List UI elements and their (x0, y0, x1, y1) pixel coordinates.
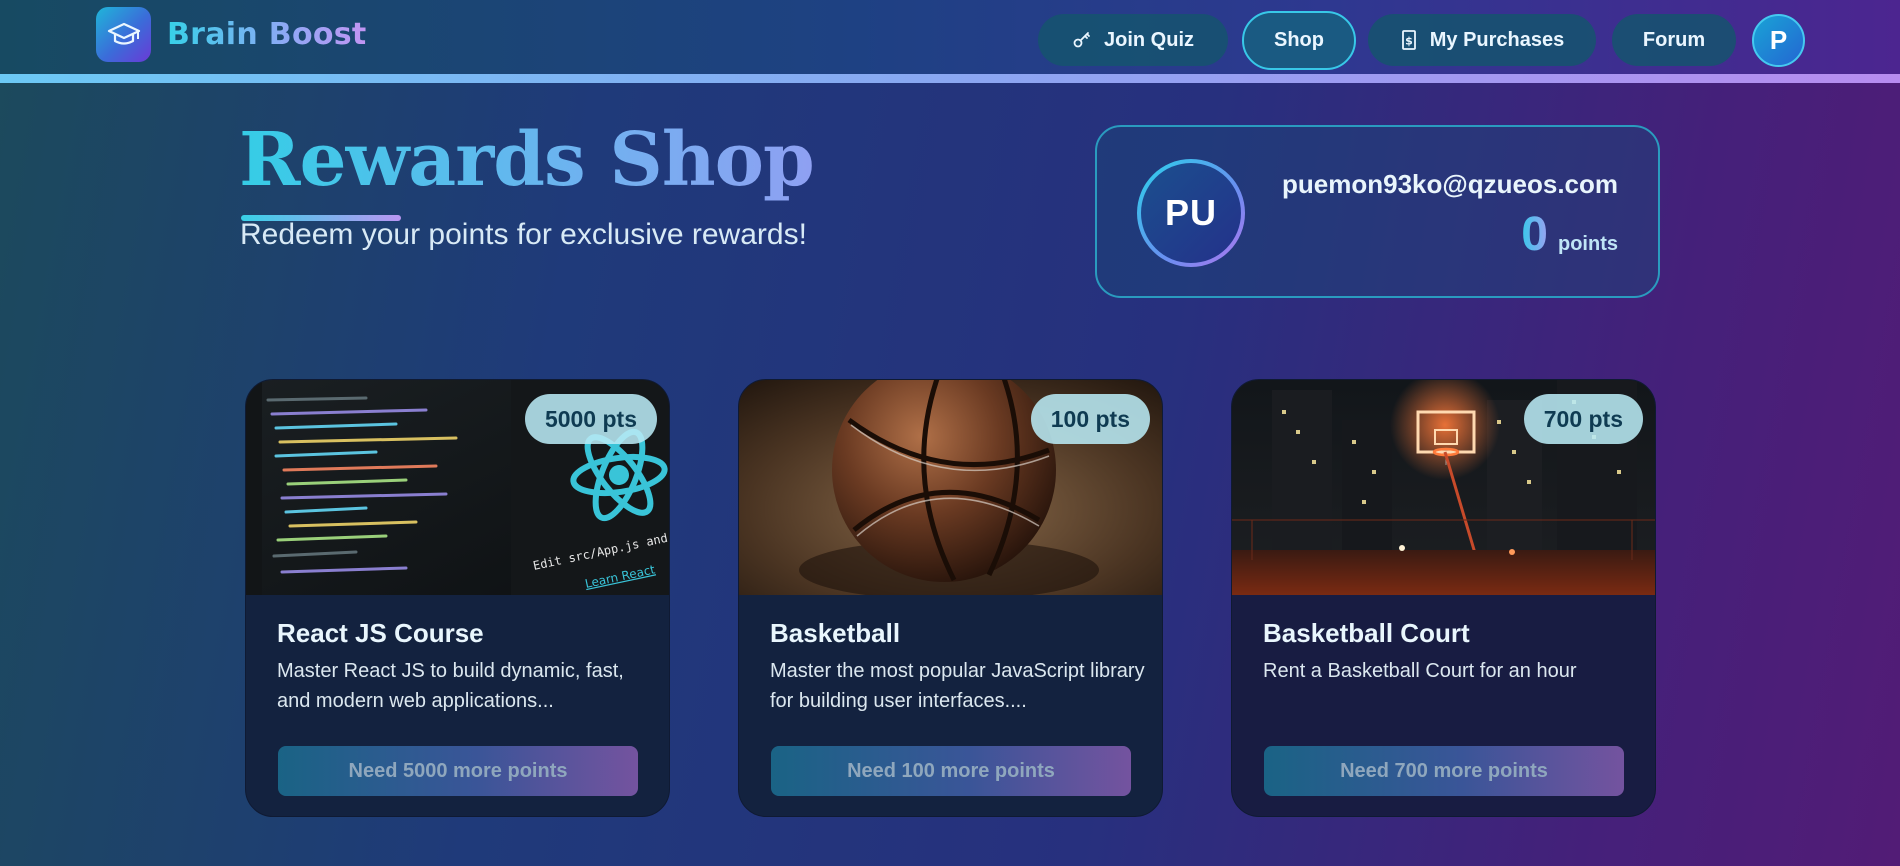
price-badge: 700 pts (1523, 394, 1643, 444)
key-icon (1072, 30, 1092, 50)
product-image-basketball: 100 pts (739, 380, 1162, 595)
brand-name: Brain Boost (167, 17, 367, 52)
user-points-card: PU puemon93ko@qzueos.com 0 points (1095, 125, 1660, 298)
avatar-initial: P (1769, 25, 1788, 55)
product-card-react-course: Edit src/App.js and save to rel Learn Re… (245, 379, 670, 817)
product-image-basketball-court: 700 pts (1232, 380, 1655, 595)
user-email: puemon93ko@qzueos.com (1282, 169, 1618, 199)
nav-join-quiz-button[interactable]: Join Quiz (1038, 14, 1228, 66)
receipt-icon: $ (1400, 29, 1418, 51)
user-avatar-button[interactable]: P (1752, 14, 1805, 67)
product-name: Basketball (770, 618, 901, 648)
user-initials: PU (1141, 163, 1241, 263)
page-title: Rewards Shop (239, 117, 815, 203)
top-navbar: Brain Boost Join Quiz Shop $ My Purchase… (0, 0, 1900, 74)
points-unit: points (1558, 233, 1618, 255)
price-badge: 100 pts (1030, 394, 1150, 444)
product-image-react-course: Edit src/App.js and save to rel Learn Re… (246, 380, 669, 595)
nav-forum-label: Forum (1642, 28, 1706, 51)
product-name: Basketball Court (1263, 618, 1470, 648)
nav-my-purchases-button[interactable]: $ My Purchases (1368, 14, 1596, 66)
nav-forum-button[interactable]: Forum (1612, 14, 1736, 66)
product-description: Master React JS to build dynamic, fast, … (277, 660, 624, 712)
graduation-cap-icon (96, 7, 151, 62)
redeem-button[interactable]: Need 100 more points (771, 746, 1131, 796)
product-description: Rent a Basketball Court for an hour (1263, 660, 1577, 682)
nav-shop-button[interactable]: Shop (1242, 11, 1356, 70)
product-card-basketball: 100 pts Basketball Master the most popul… (738, 379, 1163, 817)
redeem-button[interactable]: Need 5000 more points (278, 746, 638, 796)
user-points: 0 points (1521, 207, 1618, 262)
svg-text:$: $ (1405, 35, 1413, 48)
points-value: 0 (1521, 208, 1548, 261)
user-avatar: PU (1137, 159, 1245, 267)
product-description: Master the most popular JavaScript libra… (770, 660, 1145, 712)
navbar-accent-bar (0, 74, 1900, 83)
nav-join-quiz-label: Join Quiz (1104, 28, 1194, 51)
page-subtitle: Redeem your points for exclusive rewards… (240, 218, 807, 251)
product-card-basketball-court: 700 pts Basketball Court Rent a Basketba… (1231, 379, 1656, 817)
nav-shop-label: Shop (1274, 29, 1324, 51)
nav-my-purchases-label: My Purchases (1429, 28, 1565, 51)
brand[interactable]: Brain Boost (96, 7, 367, 62)
redeem-button[interactable]: Need 700 more points (1264, 746, 1624, 796)
price-badge: 5000 pts (524, 394, 657, 444)
product-name: React JS Course (277, 618, 484, 648)
